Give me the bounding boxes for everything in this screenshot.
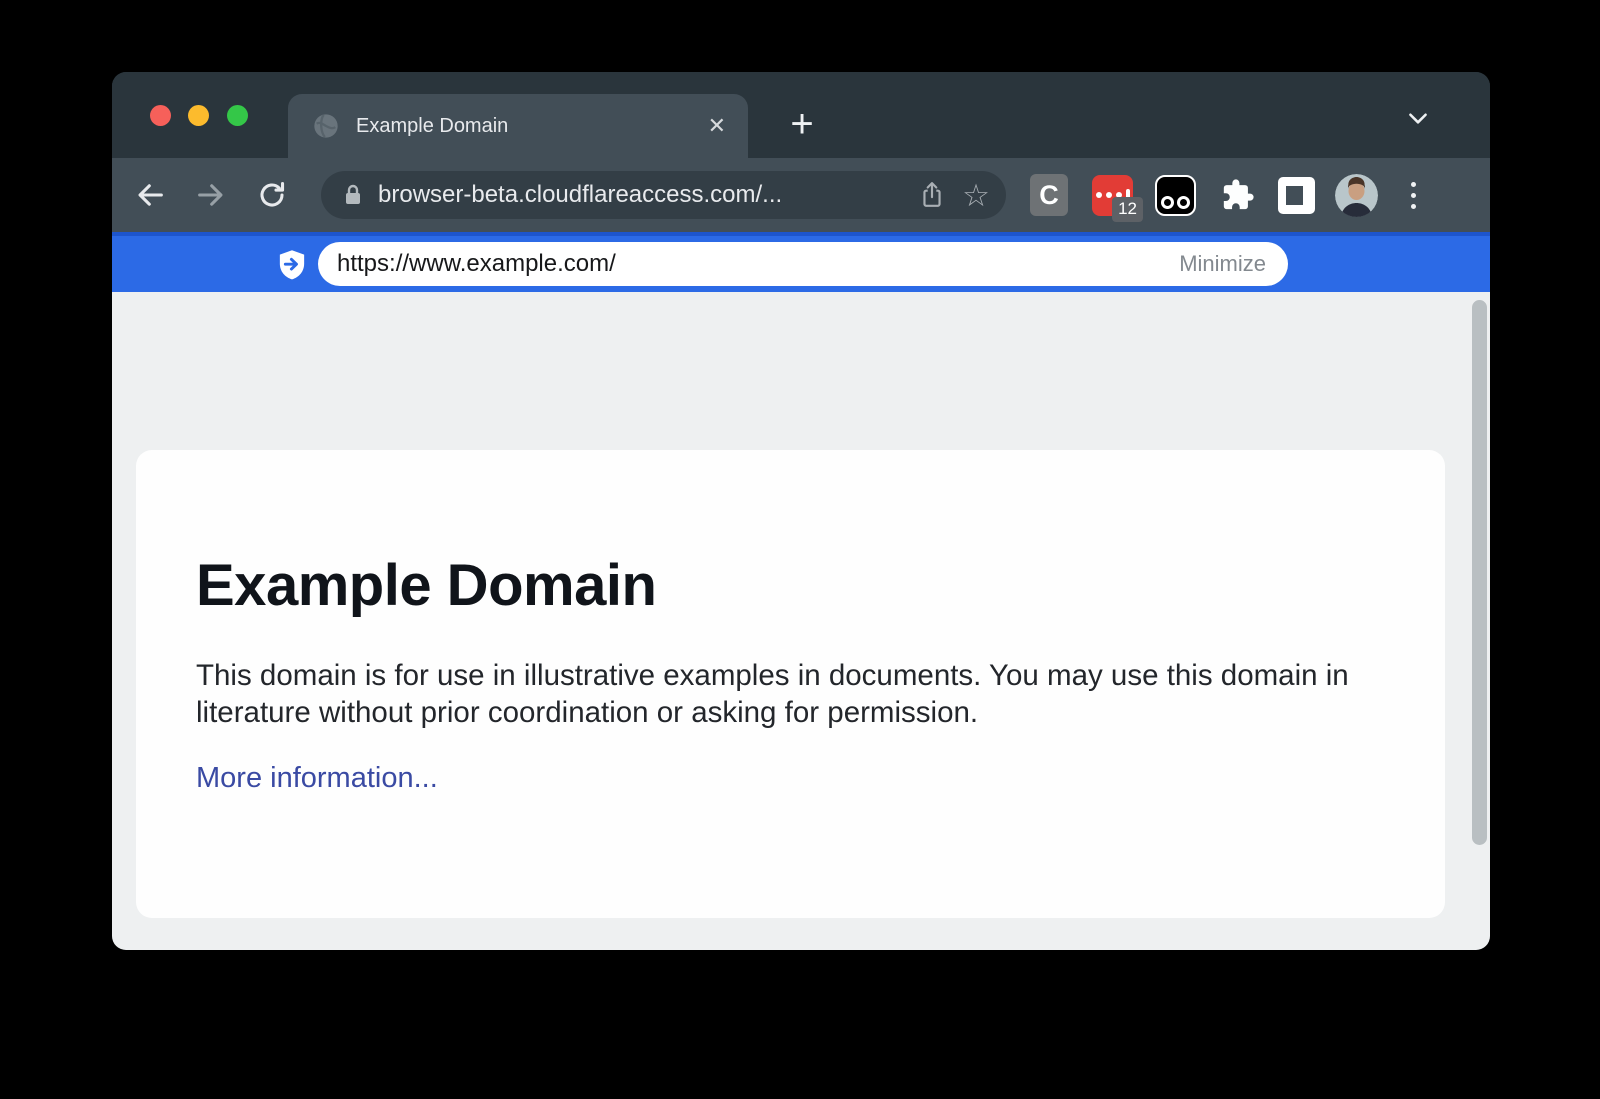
globe-favicon-icon (312, 112, 340, 140)
forward-button[interactable] (189, 173, 233, 217)
isolation-url-input[interactable]: https://www.example.com/ Minimize (318, 242, 1288, 286)
extension-badge-count: 12 (1112, 197, 1143, 221)
lens-right-icon (1177, 196, 1190, 209)
extension-password-manager-icon[interactable]: 12 (1092, 175, 1133, 216)
extensions-puzzle-icon[interactable] (1216, 173, 1260, 217)
page-body-text: This domain is for use in illustrative e… (196, 657, 1356, 731)
browser-tab[interactable]: Example Domain ✕ (288, 94, 748, 158)
page-viewport: Example Domain This domain is for use in… (112, 292, 1490, 950)
macos-minimize-button[interactable] (188, 105, 209, 126)
extension-camera-icon[interactable] (1155, 175, 1196, 216)
address-bar[interactable]: browser-beta.cloudflareaccess.com/... ☆ (321, 171, 1006, 219)
shield-arrow-icon (277, 249, 307, 283)
scrollbar-thumb[interactable] (1472, 300, 1487, 845)
share-icon[interactable] (910, 173, 954, 217)
macos-zoom-button[interactable] (227, 105, 248, 126)
tab-search-chevron-icon[interactable] (1398, 98, 1438, 138)
more-information-link[interactable]: More information... (196, 762, 438, 795)
back-button[interactable] (128, 173, 172, 217)
reload-button[interactable] (250, 173, 294, 217)
lens-left-icon (1161, 196, 1174, 209)
navigation-toolbar: browser-beta.cloudflareaccess.com/... ☆ … (112, 158, 1490, 232)
bookmark-star-icon[interactable]: ☆ (954, 173, 998, 217)
minimize-button[interactable]: Minimize (1179, 251, 1266, 277)
side-panel-hole (1286, 186, 1303, 205)
extension-c-icon[interactable]: C (1030, 174, 1068, 216)
lock-icon (343, 183, 363, 207)
side-panel-icon[interactable] (1278, 177, 1315, 214)
tab-title: Example Domain (356, 115, 708, 138)
address-bar-url: browser-beta.cloudflareaccess.com/... (378, 181, 910, 209)
browser-window: Example Domain ✕ + browser-beta.clou (112, 72, 1490, 950)
page-title: Example Domain (196, 552, 1385, 619)
isolation-url-value: https://www.example.com/ (337, 250, 1179, 278)
macos-close-button[interactable] (150, 105, 171, 126)
tab-close-icon[interactable]: ✕ (708, 115, 726, 137)
tab-strip: Example Domain ✕ + (112, 72, 1490, 158)
new-tab-button[interactable]: + (774, 96, 830, 152)
kebab-menu-icon[interactable] (1398, 173, 1428, 217)
example-domain-card: Example Domain This domain is for use in… (136, 450, 1445, 918)
profile-avatar[interactable] (1335, 174, 1378, 217)
isolation-url-bar: https://www.example.com/ Minimize (112, 232, 1490, 292)
